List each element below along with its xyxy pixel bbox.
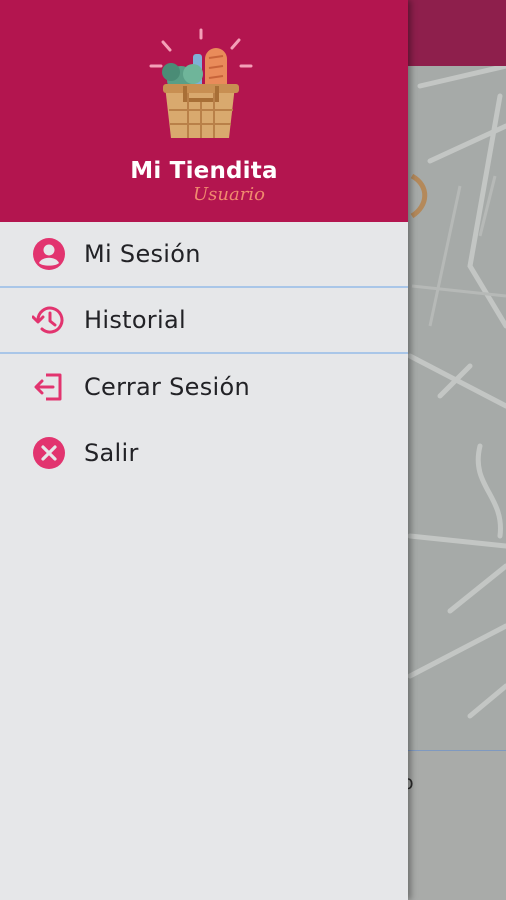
app-name: Mi Tiendita	[130, 158, 278, 184]
app-subtitle: Usuario	[193, 184, 265, 205]
logout-icon	[31, 369, 67, 405]
menu-label: Mi Sesión	[84, 240, 201, 268]
app-logo	[143, 26, 259, 146]
menu-item-mi-sesion[interactable]: Mi Sesión	[0, 222, 408, 288]
history-icon	[31, 302, 67, 338]
navigation-drawer: Mi Tiendita Usuario Mi Sesión Historial …	[0, 0, 408, 900]
menu-label: Salir	[84, 439, 139, 467]
account-circle-icon	[31, 236, 67, 272]
drawer-header: Mi Tiendita Usuario	[0, 0, 408, 222]
drawer-menu: Mi Sesión Historial Cerrar Sesión Salir	[0, 222, 408, 486]
menu-label: Cerrar Sesión	[84, 373, 251, 401]
grocery-basket-icon	[149, 28, 253, 138]
close-circle-icon	[31, 435, 67, 471]
menu-item-historial[interactable]: Historial	[0, 288, 408, 354]
menu-item-salir[interactable]: Salir	[0, 420, 408, 486]
menu-item-cerrar-sesion[interactable]: Cerrar Sesión	[0, 354, 408, 420]
menu-label: Historial	[84, 306, 186, 334]
